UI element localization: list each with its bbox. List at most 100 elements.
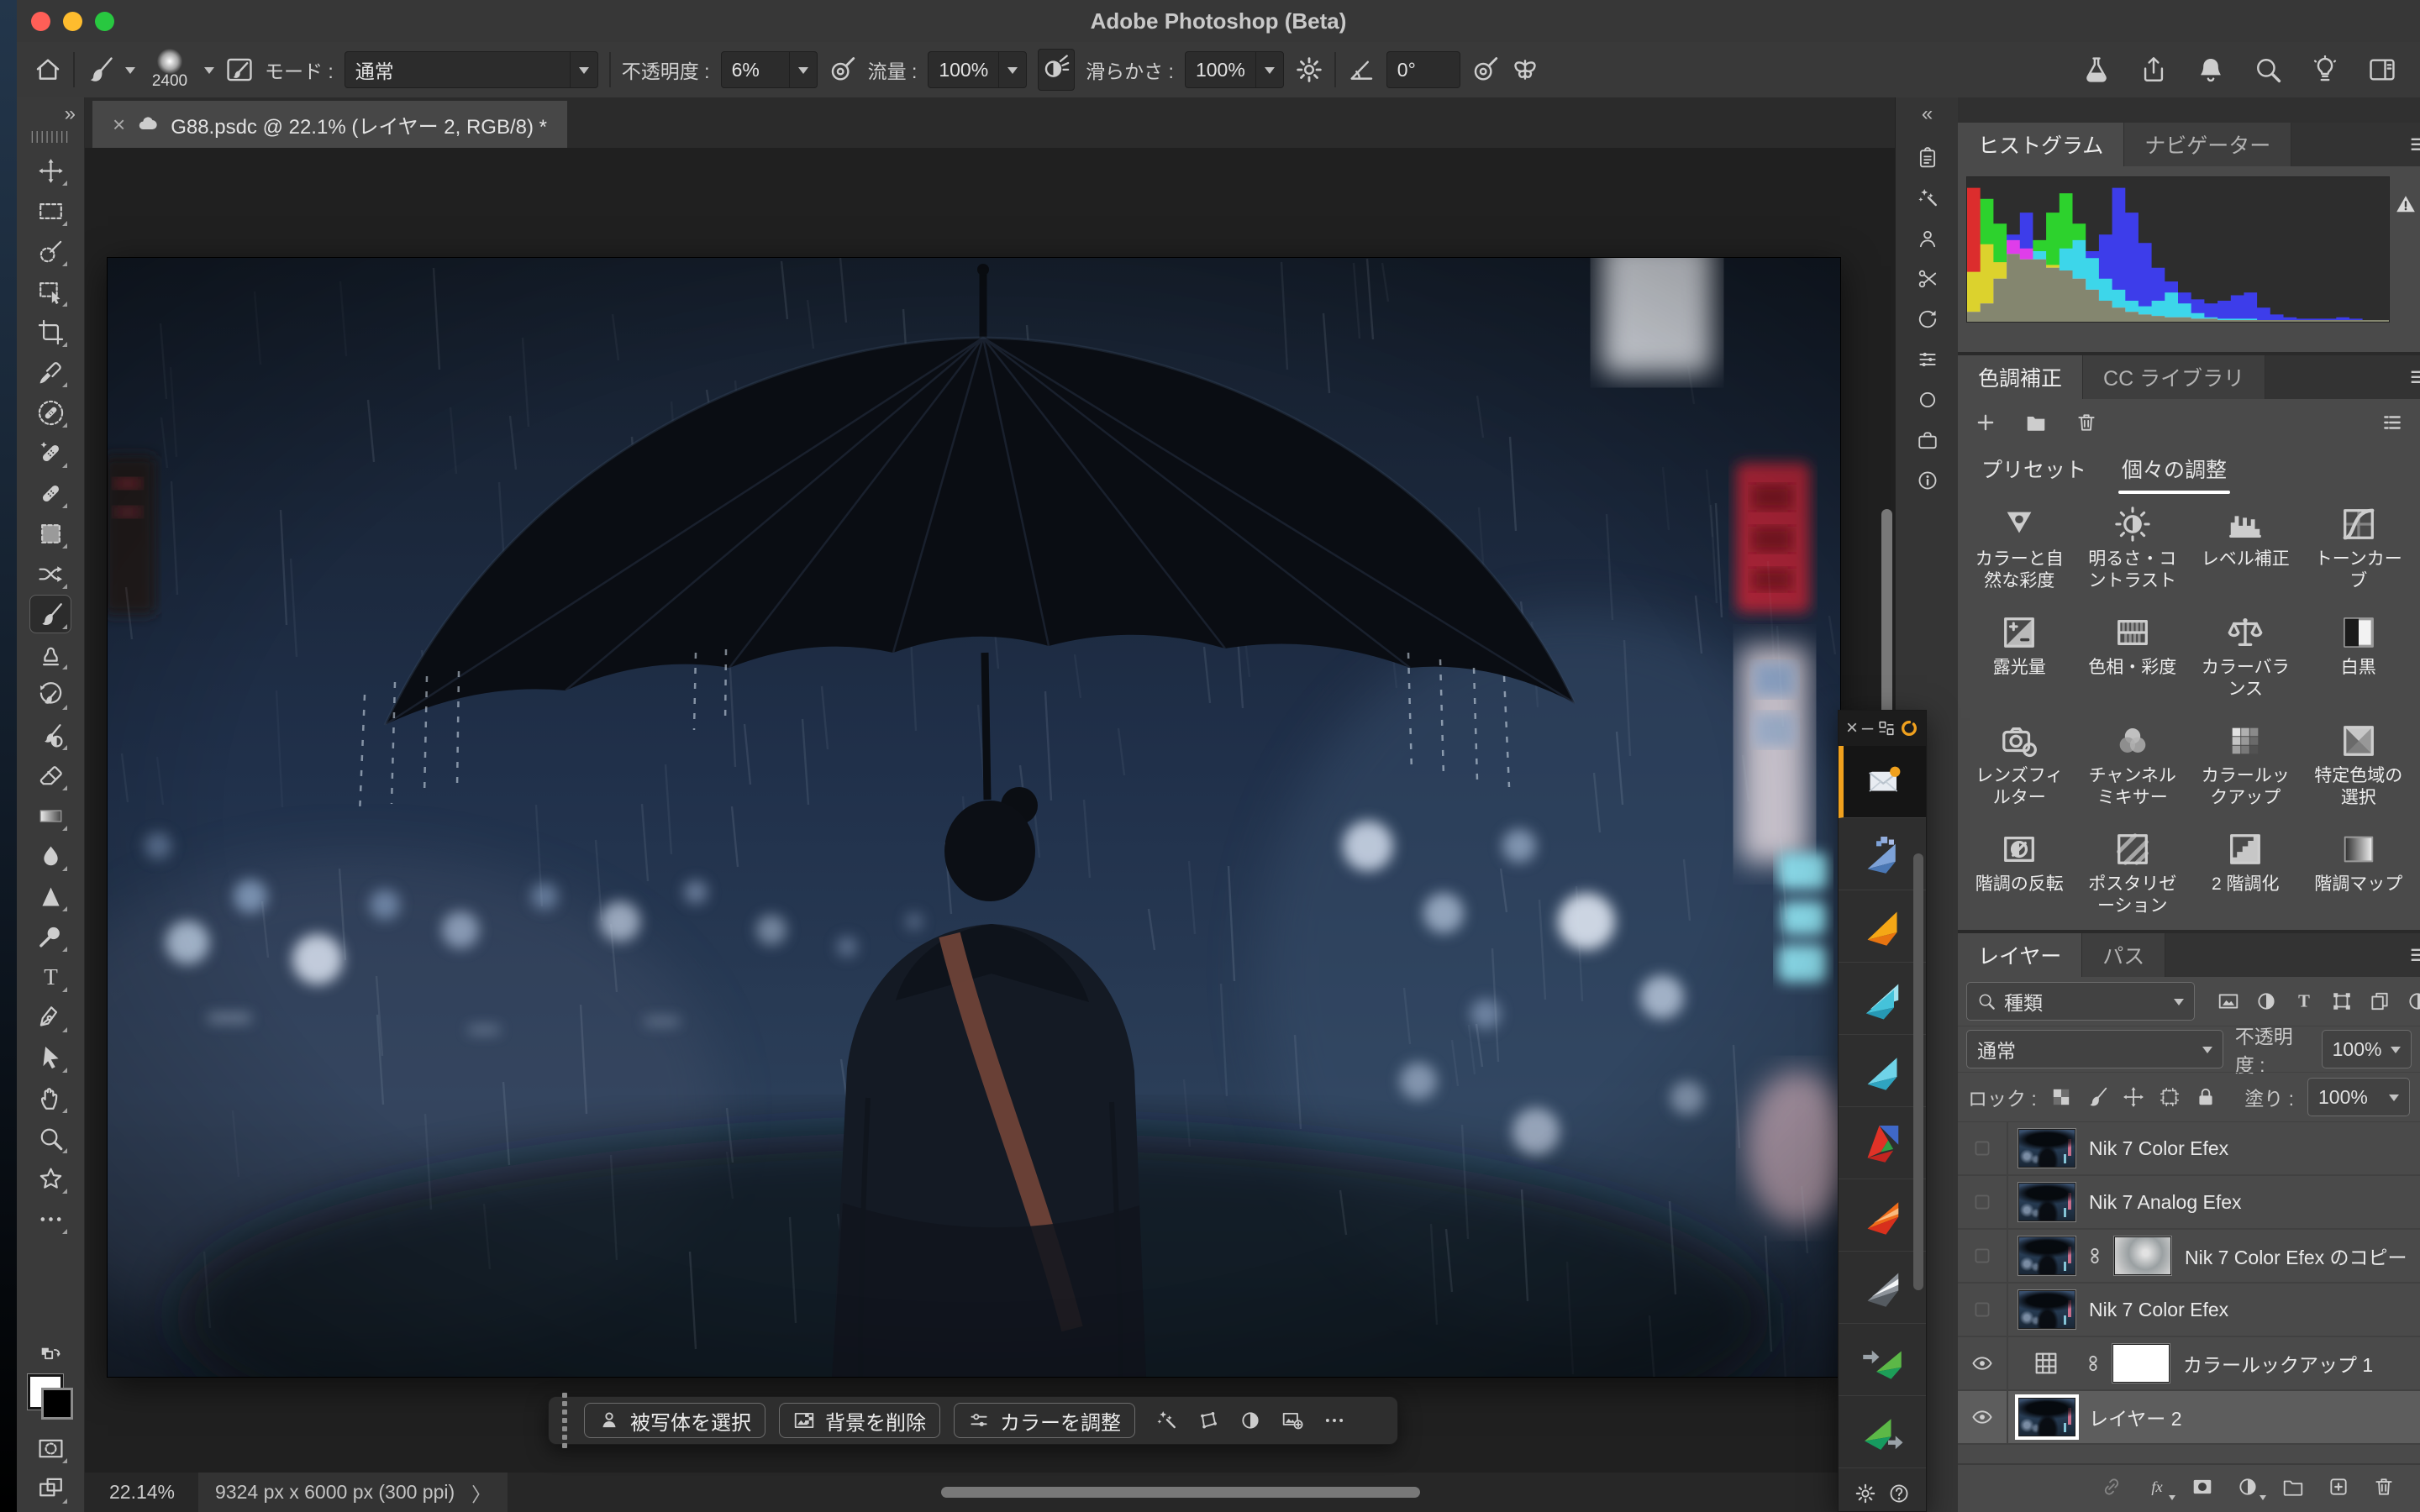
- chevron-down-icon[interactable]: [204, 67, 214, 79]
- tool-heal[interactable]: [30, 475, 71, 512]
- tool-clone-stamp[interactable]: [30, 636, 71, 673]
- notifications-icon[interactable]: [2196, 55, 2225, 84]
- brush-preset-icon[interactable]: [86, 55, 114, 84]
- lock-position-icon[interactable]: [2123, 1086, 2144, 1108]
- tool-type[interactable]: T: [30, 958, 71, 995]
- history-icon[interactable]: [1917, 308, 1939, 330]
- new-layer-button[interactable]: [2328, 1476, 2349, 1502]
- adjustment-vibrance[interactable]: カラーと自然な彩度: [1963, 505, 2076, 596]
- tb-transform-icon[interactable]: [1197, 1410, 1219, 1431]
- sliders-icon[interactable]: [1917, 349, 1939, 370]
- tool-shape-star[interactable]: [30, 1160, 71, 1197]
- delete-layer-button[interactable]: [2373, 1476, 2395, 1502]
- tool-spot-heal[interactable]: [30, 434, 71, 471]
- layer-fx-button[interactable]: fx: [2146, 1476, 2168, 1502]
- workspace-icon[interactable]: [2368, 55, 2396, 84]
- filter-pixel-icon[interactable]: [2217, 990, 2239, 1012]
- chevron-down-icon[interactable]: [125, 67, 135, 79]
- layer-row[interactable]: Nik 7 Color Efex: [1958, 1122, 2420, 1176]
- tool-more-tools[interactable]: [30, 1200, 71, 1237]
- tab-paths[interactable]: パス: [2082, 933, 2165, 977]
- swap-colors-icon[interactable]: [39, 1346, 61, 1368]
- adjustment-curves[interactable]: トーンカーブ: [2302, 505, 2416, 596]
- layer-thumbnail[interactable]: [2018, 1129, 2075, 1168]
- blend-mode-select[interactable]: 通常: [345, 51, 598, 88]
- add-mask-button[interactable]: [2191, 1476, 2213, 1502]
- tool-brush[interactable]: [30, 596, 71, 633]
- smoothing-options-gear-icon[interactable]: [1295, 55, 1323, 84]
- taskbar-button-adjust[interactable]: カラーを調整: [954, 1403, 1135, 1438]
- adjustment-posterize[interactable]: ポスタリゼーション: [2076, 830, 2190, 921]
- layer-thumbnail-lut[interactable]: [2018, 1345, 2074, 1382]
- add-adjustment-circle-button[interactable]: [2237, 1476, 2259, 1502]
- layer-thumbnail[interactable]: [2018, 1290, 2075, 1329]
- layer-row[interactable]: Nik 7 Color Efex: [1958, 1284, 2420, 1337]
- nik-minimize-icon[interactable]: –: [1862, 717, 1873, 740]
- tool-blur[interactable]: [30, 837, 71, 874]
- adjustment-hue[interactable]: 色相・彩度: [2076, 613, 2190, 705]
- color-circle-icon[interactable]: [1917, 389, 1939, 411]
- close-window-button[interactable]: [31, 12, 50, 31]
- subtab-presets[interactable]: プリセット: [1970, 447, 2098, 492]
- adjustment-exposure[interactable]: 露光量: [1963, 613, 2076, 705]
- tab-navigator[interactable]: ナビゲーター: [2124, 123, 2291, 166]
- subtab-single-adjustments[interactable]: 個々の調整: [2110, 447, 2238, 492]
- adjustment-selectivecolor[interactable]: 特定色域の選択: [2302, 722, 2416, 813]
- tab-histogram[interactable]: ヒストグラム: [1958, 123, 2124, 166]
- filter-type-icon[interactable]: T: [2293, 990, 2315, 1012]
- minimize-window-button[interactable]: [63, 12, 82, 31]
- filter-smart-icon[interactable]: [2369, 990, 2391, 1012]
- color-swatches[interactable]: [26, 1373, 75, 1421]
- panel-menu-icon[interactable]: ≡: [2410, 939, 2420, 972]
- layer-name[interactable]: Nik 7 Color Efex のコピー: [2185, 1242, 2407, 1270]
- tb-wand-icon[interactable]: [1155, 1410, 1177, 1431]
- brush-preview[interactable]: 2400: [146, 49, 193, 91]
- layer-name[interactable]: Nik 7 Color Efex: [2089, 1299, 2228, 1321]
- tool-zoom[interactable]: [30, 1120, 71, 1157]
- pressure-size-icon[interactable]: [1471, 55, 1500, 84]
- layer-thumbnail[interactable]: [2018, 1183, 2075, 1221]
- lock-transparent-icon[interactable]: [2050, 1086, 2072, 1108]
- layer-row[interactable]: Nik 7 Analog Efex: [1958, 1176, 2420, 1230]
- layer-thumbnail[interactable]: [2018, 1398, 2075, 1436]
- layer-row[interactable]: カラールックアップ 1: [1958, 1337, 2420, 1391]
- layer-opacity-input[interactable]: 100%: [2322, 1030, 2412, 1068]
- tool-dodge[interactable]: [30, 918, 71, 955]
- flow-input[interactable]: 100%: [928, 51, 1027, 88]
- close-document-icon[interactable]: ×: [113, 112, 125, 138]
- add-adjustment-icon[interactable]: [1975, 412, 1996, 433]
- lock-artboard-icon[interactable]: [2159, 1086, 2181, 1108]
- tool-marquee[interactable]: [30, 192, 71, 229]
- layer-blend-mode-select[interactable]: 通常: [1966, 1030, 2223, 1068]
- share-icon[interactable]: [2139, 55, 2168, 84]
- adjustment-levels[interactable]: レベル補正: [2189, 505, 2302, 596]
- adjustment-lut[interactable]: カラールックアップ: [2189, 722, 2302, 813]
- document-canvas[interactable]: [108, 258, 1840, 1377]
- adjustment-colorbalance[interactable]: カラーバランス: [2189, 613, 2302, 705]
- tool-direct-select[interactable]: [30, 1039, 71, 1076]
- nik-sharpener-output-item[interactable]: [1839, 1396, 1926, 1468]
- layer-visibility-on[interactable]: [1958, 1337, 2008, 1389]
- layer-mask-thumbnail[interactable]: [2112, 1344, 2170, 1383]
- scissors-icon[interactable]: [1917, 268, 1939, 290]
- zoom-level-field[interactable]: 22.14%: [109, 1481, 175, 1504]
- tool-object-select[interactable]: [30, 273, 71, 310]
- tb-more-icon[interactable]: [1323, 1410, 1345, 1431]
- tab-cc-libraries[interactable]: CC ライブラリ: [2083, 355, 2265, 399]
- layer-name[interactable]: レイヤー 2: [2089, 1403, 2182, 1431]
- link-layers-button[interactable]: [2101, 1476, 2123, 1502]
- delete-adjustment-icon[interactable]: [2075, 412, 2097, 433]
- dock-collapse-button[interactable]: «: [1922, 102, 1933, 126]
- layer-visibility-off[interactable]: [1958, 1122, 2008, 1174]
- adjustment-channelmixer[interactable]: チャンネルミキサー: [2076, 722, 2190, 813]
- panel-menu-icon[interactable]: ≡: [2410, 361, 2420, 394]
- tool-crop[interactable]: [30, 313, 71, 350]
- layer-mask-thumbnail[interactable]: [2114, 1236, 2171, 1275]
- list-view-icon[interactable]: [2381, 412, 2403, 433]
- search-icon[interactable]: [2254, 55, 2282, 84]
- canvas-vertical-scrollbar[interactable]: [1881, 509, 1892, 729]
- tool-selection-brush[interactable]: [30, 233, 71, 270]
- tool-remove[interactable]: [30, 394, 71, 431]
- filter-toggle-icon[interactable]: [2407, 990, 2420, 1012]
- layer-row[interactable]: レイヤー 2: [1958, 1391, 2420, 1445]
